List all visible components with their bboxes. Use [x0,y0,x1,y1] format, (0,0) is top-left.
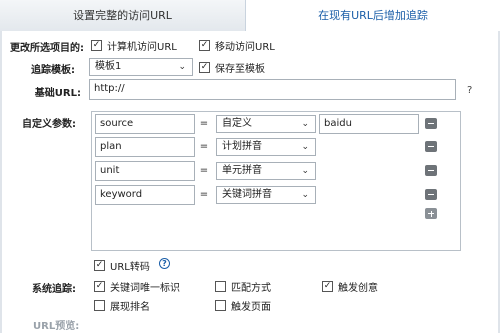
trigger-creative-label: 触发创意 [338,283,378,294]
trigger-page-checkbox[interactable]: 触发页面 [215,298,271,313]
pc-url-label: 计算机访问URL [107,42,177,53]
plus-icon[interactable] [425,208,437,219]
checkbox-icon [94,260,105,271]
checkbox-icon [322,281,333,292]
tab-full-url[interactable]: 设置完整的访问URL [0,0,246,31]
minus-icon[interactable] [425,118,437,129]
url-encode-checkbox[interactable]: URL转码 [94,258,150,273]
checkbox-icon [94,281,105,292]
checkbox-icon [215,300,226,311]
param-key-input[interactable]: unit [95,161,195,181]
base-url-label: 基础URL: [34,88,81,99]
save-template-checkbox[interactable]: 保存至模板 [199,60,265,75]
show-rank-label: 展现排名 [110,302,150,313]
template-value: 模板1 [95,61,122,72]
keyword-id-label: 关键词唯一标识 [110,283,180,294]
url-preview-label: URL预览: [33,321,80,332]
equals-sign: = [199,141,209,152]
param-value-input[interactable]: baidu [319,114,419,134]
base-url-input[interactable]: http:// [89,79,456,100]
equals-sign: = [199,189,209,200]
checkbox-icon [91,40,102,51]
template-label: 追踪模板: [31,65,75,76]
url-encode-label: URL转码 [110,262,150,273]
minus-icon[interactable] [425,165,437,176]
save-template-label: 保存至模板 [215,64,265,75]
tab-append-tracking[interactable]: 在现有URL后增加追踪 [246,0,500,31]
minus-icon[interactable] [425,141,437,152]
trigger-creative-checkbox[interactable]: 触发创意 [322,279,378,294]
equals-sign: = [199,165,209,176]
param-type-select[interactable]: 计划拼音 ⌄ [216,138,316,156]
param-type-value: 自定义 [222,118,252,129]
chevron-down-icon: ⌄ [301,119,309,129]
chevron-down-icon: ⌄ [301,190,309,200]
tab-bar: 设置完整的访问URL 在现有URL后增加追踪 [0,0,500,31]
custom-params-label: 自定义参数: [22,119,76,130]
checkbox-icon [94,300,105,311]
trigger-page-label: 触发页面 [231,302,271,313]
system-tracking-label: 系统追踪: [32,284,76,295]
chevron-down-icon: ⌄ [301,142,309,152]
target-label: 更改所选项目的: [10,43,84,54]
param-type-value: 关键词拼音 [222,189,272,200]
param-type-value: 计划拼音 [222,141,262,152]
question-circle-icon[interactable]: ? [159,258,170,269]
param-key-input[interactable]: plan [95,137,195,157]
chevron-down-icon: ⌄ [301,166,309,176]
param-type-select[interactable]: 关键词拼音 ⌄ [216,186,316,204]
param-type-select[interactable]: 自定义 ⌄ [216,115,316,133]
param-key-input[interactable]: keyword [95,185,195,205]
param-type-select[interactable]: 单元拼音 ⌄ [216,162,316,180]
match-type-label: 匹配方式 [231,283,271,294]
param-key-input[interactable]: source [95,114,195,134]
show-rank-checkbox[interactable]: 展现排名 [94,298,150,313]
minus-icon[interactable] [425,189,437,200]
chevron-down-icon: ⌄ [178,62,186,72]
equals-sign: = [199,118,209,129]
keyword-id-checkbox[interactable]: 关键词唯一标识 [94,279,180,294]
mobile-url-label: 移动访问URL [215,42,275,53]
param-type-value: 单元拼音 [222,165,262,176]
checkbox-icon [215,281,226,292]
pc-url-checkbox[interactable]: 计算机访问URL [91,38,177,53]
checkbox-icon [199,62,210,73]
question-mark-icon[interactable]: ? [467,85,472,96]
checkbox-icon [199,40,210,51]
mobile-url-checkbox[interactable]: 移动访问URL [199,38,275,53]
template-select[interactable]: 模板1 ⌄ [89,58,193,76]
match-type-checkbox[interactable]: 匹配方式 [215,279,271,294]
